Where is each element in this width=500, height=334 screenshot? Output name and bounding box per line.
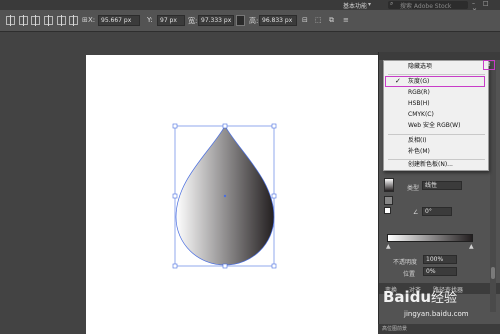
stop-left-icon[interactable]: ▲ — [386, 243, 391, 250]
gradient-swatch[interactable] — [384, 178, 394, 192]
width-label: 宽: — [188, 17, 198, 25]
menu-item-hsb[interactable]: HSB(H) — [384, 99, 488, 109]
menu-item-rgb[interactable]: RGB(R) — [384, 88, 488, 98]
opacity-input[interactable]: 100% — [423, 255, 457, 264]
teardrop-shape[interactable] — [170, 122, 280, 270]
app-title-bar: 基本功能 ▾ ⌕ 搜索 Adobe Stock – □ × — [0, 0, 500, 14]
panel-scrollbar[interactable] — [490, 62, 496, 312]
panel-header — [379, 52, 500, 60]
y-input[interactable]: 97 px — [157, 15, 185, 26]
menu-item-create-swatch[interactable]: 创建新色板(N)... — [384, 160, 488, 170]
menu-item-invert[interactable]: 反相(I) — [384, 136, 488, 146]
align-left-icon[interactable] — [6, 15, 15, 26]
stock-search-placeholder: 搜索 Adobe Stock — [400, 3, 452, 10]
reference-point-icon[interactable]: ⊞ — [82, 16, 88, 24]
menu-item-complement[interactable]: 补色(M) — [384, 147, 488, 157]
svg-text:Baidu: Baidu — [383, 288, 431, 306]
height-label: 高: — [249, 17, 259, 25]
panel-menu-icon[interactable]: ≡ — [343, 16, 349, 24]
opacity-label: 不透明度 — [393, 259, 418, 266]
stop-right-icon[interactable]: ▲ — [469, 243, 474, 250]
scrollbar-thumb[interactable] — [491, 267, 495, 279]
height-input[interactable]: 96.833 px — [259, 15, 297, 26]
transform-icon[interactable]: ⊟ — [302, 16, 308, 24]
align-middle-icon[interactable] — [57, 15, 66, 26]
center-point — [223, 194, 227, 198]
menu-item-cmyk[interactable]: CMYK(C) — [384, 110, 488, 120]
status-text: 高位图前景 — [382, 326, 408, 332]
align-right-icon[interactable] — [31, 15, 40, 26]
angle-input[interactable]: 0° — [422, 207, 452, 216]
panel-menu-icon[interactable]: ≡ — [485, 60, 491, 68]
stock-search-field[interactable]: ⌕ 搜索 Adobe Stock — [388, 0, 468, 10]
status-strip: 高位图前景 — [378, 324, 500, 334]
stroke-swatch[interactable] — [384, 196, 393, 205]
none-stroke-swatch[interactable] — [384, 207, 391, 214]
menu-separator — [388, 134, 485, 135]
y-label: Y: — [147, 16, 153, 24]
menu-separator — [388, 74, 485, 75]
baidu-logo: Baidu 经验 — [383, 288, 457, 306]
gradient-slider[interactable] — [387, 234, 473, 242]
isolate-icon[interactable]: ⬚ — [315, 16, 322, 24]
location-label: 位置 — [403, 271, 416, 278]
angle-icon: ∠ — [413, 209, 419, 216]
align-top-icon[interactable] — [44, 15, 53, 26]
watermark-url: jingyan.baidu.com — [404, 310, 469, 318]
svg-text:经验: 经验 — [431, 290, 457, 306]
arrange-icon[interactable]: ⧉ — [329, 16, 334, 25]
type-select[interactable]: 线性 — [422, 181, 462, 190]
location-input[interactable]: 0% — [423, 267, 457, 276]
x-label: X: — [88, 16, 96, 24]
workspace-switcher[interactable]: 基本功能 — [343, 1, 367, 10]
menu-item-web-safe-rgb[interactable]: Web 安全 RGB(W) — [384, 121, 488, 131]
align-center-icon[interactable] — [19, 15, 28, 26]
search-icon: ⌕ — [390, 0, 394, 7]
x-input[interactable]: 95.667 px — [98, 15, 140, 26]
menu-item-hide-options[interactable]: 隐藏选项 — [384, 62, 488, 72]
control-bar: ⊞ X: 95.667 px Y: 97 px 宽: 97.333 px 高: … — [0, 10, 500, 32]
width-input[interactable]: 97.333 px — [198, 15, 234, 26]
highlight-grayscale — [385, 76, 485, 87]
align-bottom-icon[interactable] — [69, 15, 78, 26]
chevron-down-icon[interactable]: ▾ — [368, 1, 371, 8]
constrain-proportions-icon[interactable] — [236, 15, 245, 26]
type-label: 类型 — [407, 185, 420, 192]
